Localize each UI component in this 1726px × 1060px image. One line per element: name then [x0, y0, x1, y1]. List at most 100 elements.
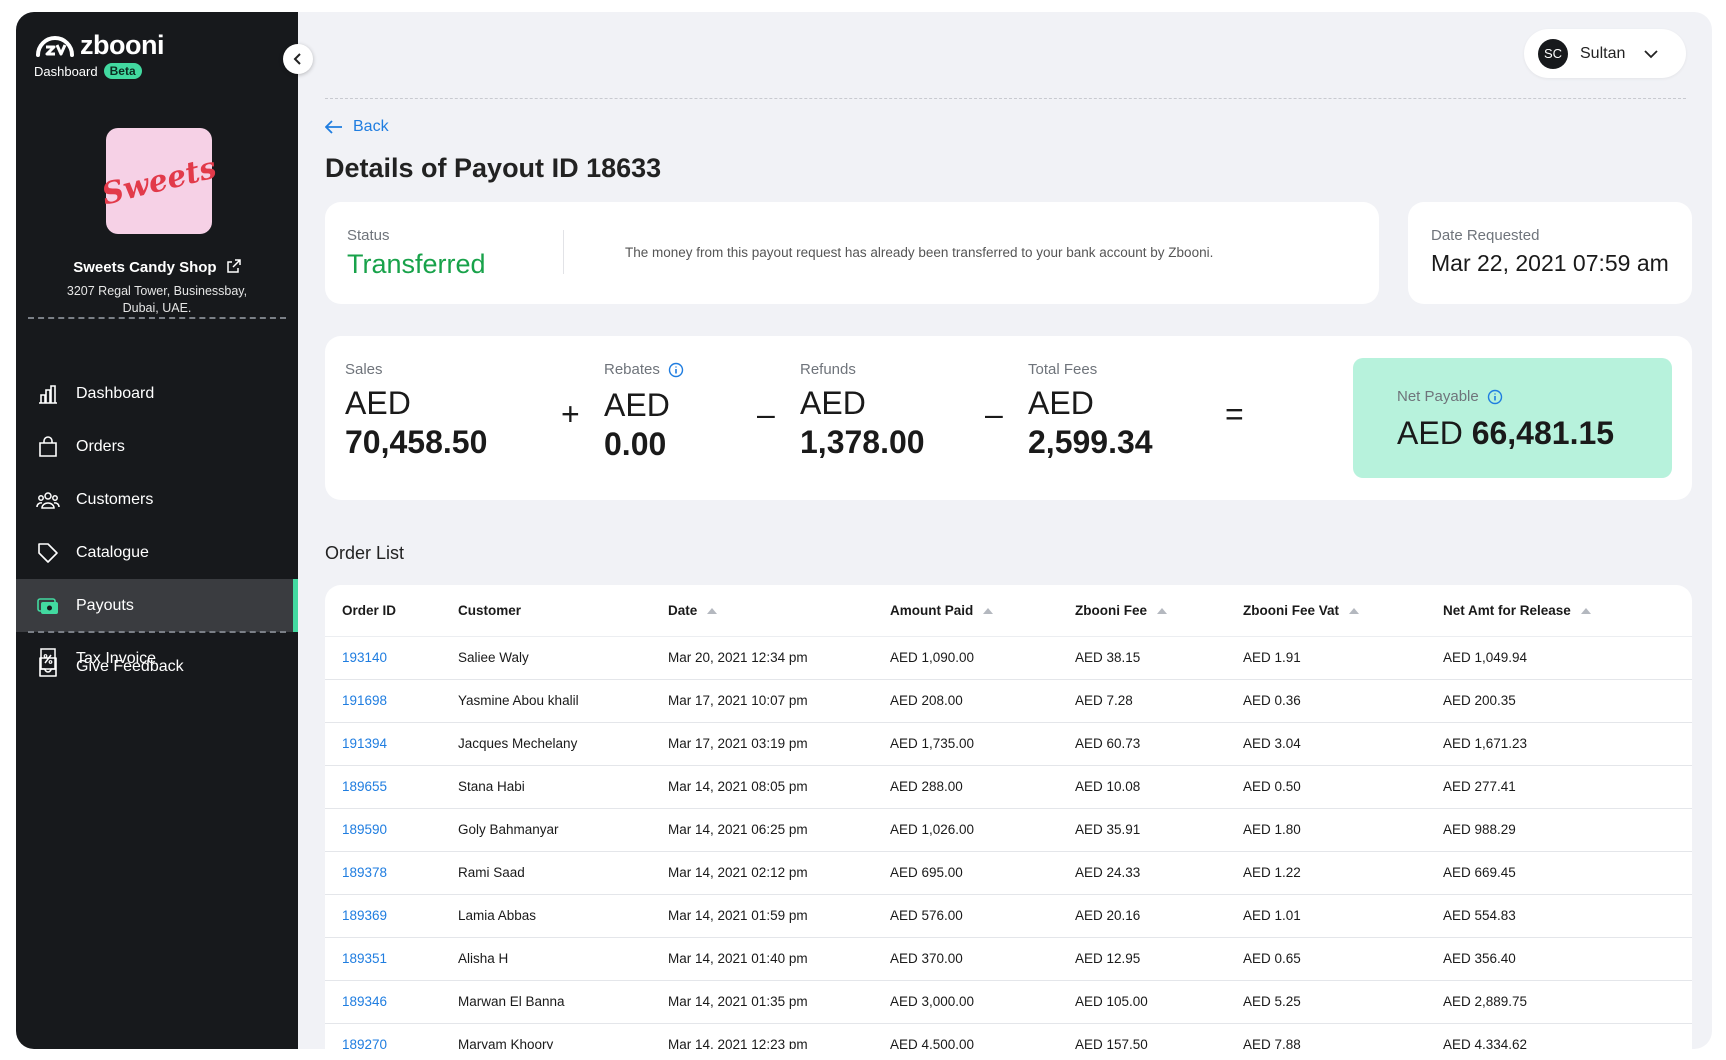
total-fees: Total Fees AED 2,599.34	[1028, 361, 1153, 462]
table-row: 189655 Stana Habi Mar 14, 2021 08:05 pm AED…	[325, 766, 1692, 809]
column-header-date[interactable]: Date	[668, 603, 718, 618]
shop-name[interactable]: Sweets Candy Shop	[16, 259, 298, 276]
net-payable-currency: AED	[1397, 415, 1463, 451]
zbooni-fee-vat-cell: AED 1.80	[1243, 822, 1301, 837]
sidebar-item-label: Customers	[76, 490, 154, 508]
net-amount-cell: AED 200.35	[1443, 693, 1516, 708]
order-id-link[interactable]: 191698	[342, 693, 387, 708]
sidebar-item-dashboard[interactable]: Dashboard	[16, 367, 298, 420]
zbooni-fee-cell: AED 12.95	[1075, 951, 1141, 966]
beta-badge: Beta	[103, 63, 142, 79]
sidebar-item-label: Catalogue	[76, 543, 149, 561]
zbooni-fee-vat-cell: AED 0.65	[1243, 951, 1301, 966]
sidebar-item-label: Give Feedback	[76, 657, 184, 675]
refunds-label: Refunds	[800, 361, 856, 378]
date-cell: Mar 14, 2021 01:35 pm	[668, 994, 808, 1009]
sidebar-divider	[28, 317, 286, 319]
collapse-sidebar-button[interactable]	[283, 44, 313, 74]
info-icon[interactable]	[668, 362, 684, 378]
feedback-icon	[39, 656, 57, 677]
back-label: Back	[353, 118, 389, 135]
sidebar-item-payouts[interactable]: Payouts	[16, 579, 298, 632]
external-link-icon[interactable]	[227, 259, 241, 273]
app-frame: zbooni Dashboard Beta Sweets Sweets Cand…	[16, 12, 1712, 1049]
brand-subtitle: Dashboard	[34, 63, 98, 79]
amount-paid-cell: AED 1,090.00	[890, 650, 975, 665]
table-row: 189590 Goly Bahmanyar Mar 14, 2021 06:25 p…	[325, 809, 1692, 852]
sales-amount: 70,458.50	[345, 424, 488, 460]
sidebar-item-label: Dashboard	[76, 384, 155, 402]
shop-logo: Sweets	[98, 128, 220, 234]
order-id-link[interactable]: 191394	[342, 736, 387, 751]
column-header-net-amt[interactable]: Net Amt for Release	[1443, 603, 1591, 618]
sidebar: zbooni Dashboard Beta Sweets Sweets Cand…	[16, 12, 298, 1049]
chevron-down-icon	[1644, 49, 1659, 58]
order-id-link[interactable]: 189270	[342, 1037, 387, 1049]
status-card: Status Transferred The money from this p…	[325, 202, 1379, 304]
sidebar-item-customers[interactable]: Customers	[16, 473, 298, 526]
rebates-currency: AED	[604, 387, 670, 423]
column-header-amount-paid[interactable]: Amount Paid	[890, 603, 994, 618]
order-id-link[interactable]: 193140	[342, 650, 387, 665]
date-cell: Mar 14, 2021 12:23 pm	[668, 1037, 808, 1049]
column-header-zbooni-fee-vat[interactable]: Zbooni Fee Vat	[1243, 603, 1360, 618]
info-icon[interactable]	[1487, 389, 1503, 405]
sidebar-item-catalogue[interactable]: Catalogue	[16, 526, 298, 579]
zbooni-fee-cell: AED 20.16	[1075, 908, 1141, 923]
back-link[interactable]: Back	[325, 118, 389, 136]
zbooni-fee-vat-cell: AED 1.01	[1243, 908, 1301, 923]
sort-up-icon[interactable]	[983, 607, 994, 614]
status-value: Transferred	[347, 249, 486, 279]
order-id-link[interactable]: 189369	[342, 908, 387, 923]
amount-paid-cell: AED 4,500.00	[890, 1037, 975, 1049]
sidebar-item-give-feedback[interactable]: Give Feedback	[16, 640, 298, 693]
date-cell: Mar 17, 2021 10:07 pm	[668, 693, 808, 708]
zbooni-fee-vat-cell: AED 0.50	[1243, 779, 1301, 794]
sort-up-icon[interactable]	[1157, 607, 1167, 614]
column-header-order-id: Order ID	[342, 603, 397, 618]
sort-up-icon[interactable]	[1349, 607, 1360, 614]
net-amount-cell: AED 1,671.23	[1443, 736, 1528, 751]
tag-icon	[38, 542, 58, 563]
zbooni-fee-cell: AED 10.08	[1075, 779, 1141, 794]
status-separator	[563, 230, 564, 274]
header-divider	[325, 98, 1686, 99]
table-row: 189270 Maryam Khoory Mar 14, 2021 12:23 pm…	[325, 1024, 1692, 1049]
brand-logo[interactable]: zbooni Dashboard Beta	[34, 30, 164, 79]
zbooni-fee-cell: AED 24.33	[1075, 865, 1141, 880]
users-icon	[36, 491, 60, 509]
order-id-link[interactable]: 189590	[342, 822, 387, 837]
totals-card: Sales AED 70,458.50 + Rebates AED 0.00 –…	[325, 336, 1692, 500]
column-header-zbooni-fee[interactable]: Zbooni Fee	[1075, 603, 1167, 618]
date-cell: Mar 14, 2021 01:40 pm	[668, 951, 808, 966]
sort-up-icon[interactable]	[1580, 607, 1591, 614]
amount-paid-cell: AED 1,735.00	[890, 736, 975, 751]
customer-cell: Alisha H	[458, 951, 509, 966]
zbooni-fee-cell: AED 105.00	[1075, 994, 1148, 1009]
amount-paid-cell: AED 288.00	[890, 779, 963, 794]
sidebar-divider	[28, 631, 286, 633]
order-id-link[interactable]: 189655	[342, 779, 387, 794]
order-id-link[interactable]: 189378	[342, 865, 387, 880]
net-amount-cell: AED 669.45	[1443, 865, 1516, 880]
sales-label: Sales	[345, 361, 383, 378]
sidebar-nav: Dashboard Orders Customers Catalogue Pay…	[16, 367, 298, 685]
total-fees-currency: AED	[1028, 385, 1094, 421]
zbooni-fee-cell: AED 157.50	[1075, 1037, 1148, 1049]
net-payable-box: Net Payable AED 66,481.15	[1353, 358, 1672, 478]
sidebar-item-orders[interactable]: Orders	[16, 420, 298, 473]
date-cell: Mar 20, 2021 12:34 pm	[668, 650, 808, 665]
customer-cell: Saliee Waly	[458, 650, 529, 665]
net-amount-cell: AED 356.40	[1443, 951, 1516, 966]
table-header: Order ID Customer Date Amount Paid Zboon…	[325, 585, 1692, 637]
rebates-label: Rebates	[604, 361, 660, 378]
rebates-total: Rebates AED 0.00	[604, 361, 684, 464]
order-id-link[interactable]: 189346	[342, 994, 387, 1009]
user-menu[interactable]: SC Sultan	[1524, 29, 1686, 78]
order-id-link[interactable]: 189351	[342, 951, 387, 966]
sort-up-icon[interactable]	[707, 607, 718, 614]
plus-operator: +	[561, 396, 580, 432]
equals-operator: =	[1225, 396, 1244, 432]
net-amount-cell: AED 988.29	[1443, 822, 1516, 837]
bar-chart-icon	[39, 384, 57, 404]
